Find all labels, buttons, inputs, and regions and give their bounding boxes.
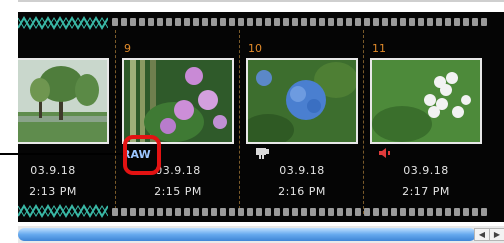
raw-highlight-callout — [123, 135, 161, 175]
film-wave-decoration — [18, 204, 108, 218]
frame-date: 03.9.18 — [30, 164, 76, 177]
thumbnail-hydrangea-blue[interactable] — [246, 58, 358, 144]
frame-time: 2:13 PM — [29, 185, 77, 198]
thumbnail-hydrangea-white[interactable] — [370, 58, 482, 144]
filmstrip-frame[interactable]: 10 03.9.18 2:16 PM — [240, 42, 364, 212]
frame-time: 2:15 PM — [154, 185, 202, 198]
scrollbar-thumb[interactable] — [18, 228, 476, 241]
frame-date: 03.9.18 — [279, 164, 325, 177]
film-wave-decoration — [18, 16, 108, 30]
frame-number: 9 — [124, 42, 131, 55]
frame-number: 11 — [372, 42, 386, 55]
filmstrip: 03.9.18 2:13 PM 9 RAW 03.9.18 2:15 PM 10 — [18, 12, 504, 222]
scroll-left-arrow[interactable]: ◀ — [474, 228, 490, 241]
sound-icon — [379, 148, 390, 158]
filmstrip-frame[interactable]: 03.9.18 2:13 PM — [18, 42, 115, 212]
frame-number: 10 — [248, 42, 262, 55]
top-sprocket-holes — [112, 16, 504, 28]
frame-time: 2:17 PM — [402, 185, 450, 198]
frame-time: 2:16 PM — [278, 185, 326, 198]
scroll-right-arrow[interactable]: ▶ — [489, 228, 504, 241]
bottom-sprocket-holes — [112, 206, 504, 218]
filmstrip-frame[interactable]: 9 RAW 03.9.18 2:15 PM — [116, 42, 240, 212]
callout-leader-line — [0, 153, 124, 155]
top-divider-line — [18, 0, 504, 2]
thumbnail-hydrangea-pink[interactable] — [122, 58, 234, 144]
movie-icon — [256, 148, 269, 159]
thumbnail-landscape[interactable] — [18, 58, 109, 144]
filmstrip-frame[interactable]: 11 03.9.18 2:17 PM — [364, 42, 488, 212]
frame-date: 03.9.18 — [403, 164, 449, 177]
horizontal-scrollbar[interactable]: ◀ ▶ — [18, 226, 504, 243]
